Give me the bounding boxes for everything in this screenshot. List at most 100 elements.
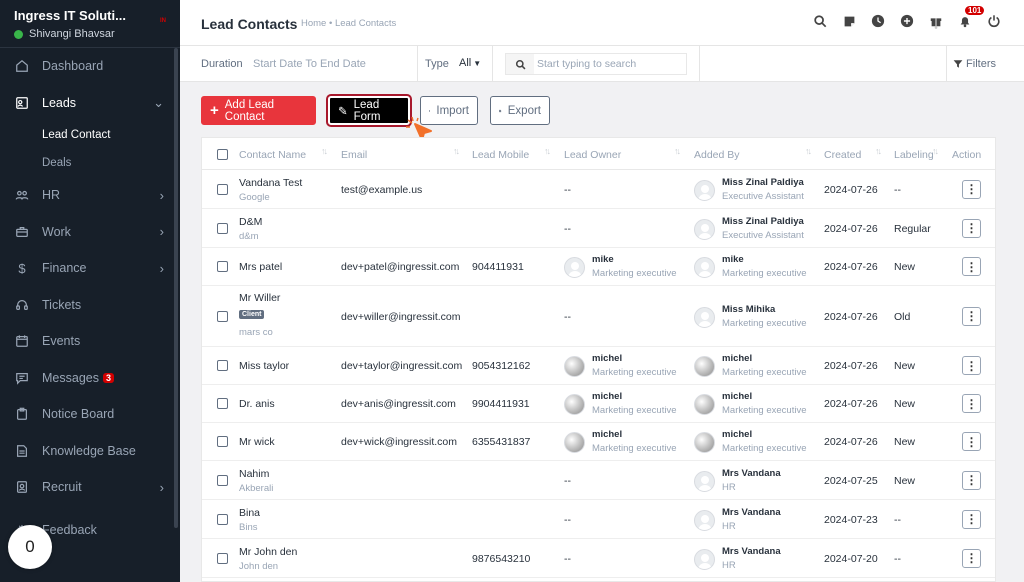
- row-checkbox[interactable]: [217, 474, 228, 486]
- contact-name[interactable]: Mrs patel: [239, 261, 282, 273]
- sidebar-item-recruit[interactable]: Recruit ›: [0, 469, 180, 506]
- row-action-menu-button[interactable]: ⋮: [962, 218, 981, 238]
- row-checkbox[interactable]: [217, 436, 228, 447]
- contact-name[interactable]: Bina: [239, 507, 260, 519]
- sort-icon[interactable]: ↑↓: [674, 146, 681, 156]
- column-header-contact-name[interactable]: Contact Name: [239, 149, 306, 161]
- bell-icon[interactable]: 101: [955, 6, 985, 31]
- contact-name[interactable]: Nahim: [239, 468, 273, 480]
- sidebar-subitem-lead-contact[interactable]: Lead Contact: [0, 121, 180, 149]
- sort-icon[interactable]: ↑↓: [805, 146, 812, 156]
- added-by-name[interactable]: Mrs Vandana: [722, 546, 781, 557]
- table-row[interactable]: Vandana Test Google test@example.us -- Mis…: [202, 170, 995, 209]
- owner-name[interactable]: mike: [592, 254, 676, 265]
- sidebar-item-hr[interactable]: HR ›: [0, 177, 180, 214]
- add-lead-contact-button[interactable]: + Add Lead Contact: [201, 96, 316, 125]
- row-checkbox[interactable]: [217, 552, 228, 564]
- sort-icon[interactable]: ↑↓: [932, 146, 939, 156]
- sort-icon[interactable]: ↑↓: [453, 146, 460, 156]
- search-icon[interactable]: [810, 11, 830, 31]
- row-checkbox[interactable]: [217, 398, 228, 409]
- table-row[interactable]: Bina Bins -- Mrs Vandana HR 2024-07-23 -- ⋮: [202, 500, 995, 539]
- breadcrumb[interactable]: Home • Lead Contacts: [301, 18, 396, 29]
- sidebar-item-finance[interactable]: $ Finance ›: [0, 250, 180, 287]
- column-header-email[interactable]: Email: [341, 149, 367, 161]
- sort-icon[interactable]: ↑↓: [321, 146, 328, 156]
- table-row[interactable]: Mr Willer Client mars co dev+willer@ingre…: [202, 286, 995, 347]
- added-by-name[interactable]: michel: [722, 353, 806, 364]
- contact-name-cell[interactable]: Mr John den John den: [239, 546, 297, 572]
- contact-name[interactable]: Dr. anis: [239, 398, 275, 410]
- table-row[interactable]: Miss taylor dev+taylor@ingressit.com 90543…: [202, 347, 995, 385]
- table-row[interactable]: D&M d&m -- Miss Zinal Paldiya Executive A…: [202, 209, 995, 248]
- sidebar-scrollbar[interactable]: [174, 48, 178, 528]
- table-row[interactable]: Mrs patel dev+patel@ingressit.com 90441193…: [202, 248, 995, 286]
- sidebar-item-knowledge-base[interactable]: Knowledge Base: [0, 433, 180, 470]
- sticky-note-icon[interactable]: [839, 11, 859, 31]
- row-action-menu-button[interactable]: ⋮: [962, 470, 981, 490]
- table-row[interactable]: Mr wick dev+wick@ingressit.com 6355431837 …: [202, 423, 995, 461]
- sidebar-item-notice-board[interactable]: Notice Board: [0, 396, 180, 433]
- contact-name[interactable]: Mr wick: [239, 436, 275, 448]
- owner-name[interactable]: michel: [592, 391, 676, 402]
- row-action-menu-button[interactable]: ⋮: [962, 548, 981, 568]
- row-checkbox[interactable]: [217, 310, 228, 322]
- added-by-name[interactable]: michel: [722, 391, 806, 402]
- counter-bubble[interactable]: 0: [8, 525, 52, 569]
- clock-icon[interactable]: [868, 11, 888, 31]
- sort-icon[interactable]: ↑↓: [875, 146, 882, 156]
- added-by-name[interactable]: michel: [722, 429, 806, 440]
- column-header-labeling[interactable]: Labeling: [894, 149, 934, 161]
- row-action-menu-button[interactable]: ⋮: [962, 432, 981, 451]
- added-by-name[interactable]: Mrs Vandana: [722, 468, 781, 479]
- lead-form-button[interactable]: ✎ Lead Form: [326, 94, 412, 127]
- column-header-lead-owner[interactable]: Lead Owner: [564, 149, 621, 161]
- table-row[interactable]: Nahim Akberali -- Mrs Vandana HR 2024-07-2…: [202, 461, 995, 500]
- select-all-checkbox[interactable]: [217, 149, 228, 160]
- contact-name-cell[interactable]: Nahim Akberali: [239, 468, 273, 494]
- sidebar-item-leads[interactable]: Leads ⌄: [0, 85, 180, 122]
- contact-name[interactable]: Vandana Test: [239, 177, 302, 189]
- added-by-name[interactable]: Mrs Vandana: [722, 507, 781, 518]
- row-action-menu-button[interactable]: ⋮: [962, 306, 981, 326]
- sidebar-item-messages[interactable]: Messages 3: [0, 360, 180, 397]
- owner-name[interactable]: michel: [592, 429, 676, 440]
- column-header-created[interactable]: Created: [824, 149, 861, 161]
- export-button[interactable]: Export: [490, 96, 550, 125]
- row-action-menu-button[interactable]: ⋮: [962, 257, 981, 276]
- row-checkbox[interactable]: [217, 513, 228, 525]
- plus-circle-icon[interactable]: [897, 11, 917, 31]
- gift-icon[interactable]: [926, 11, 946, 31]
- sidebar-brand[interactable]: Ingress IT Soluti... Shivangi Bhavsar IN: [0, 0, 180, 48]
- added-by-name[interactable]: mike: [722, 254, 806, 265]
- row-checkbox[interactable]: [217, 360, 228, 371]
- power-icon[interactable]: [984, 11, 1004, 31]
- row-checkbox[interactable]: [217, 261, 228, 272]
- row-action-menu-button[interactable]: ⋮: [962, 509, 981, 529]
- contact-name[interactable]: Mr Willer: [239, 292, 280, 304]
- sort-icon[interactable]: ↑↓: [544, 146, 551, 156]
- sidebar-item-events[interactable]: Events: [0, 323, 180, 360]
- sidebar-item-tickets[interactable]: Tickets: [0, 287, 180, 324]
- type-select[interactable]: All ▼: [459, 57, 481, 69]
- table-row[interactable]: Mr John den John den 9876543210 -- Mrs Van…: [202, 539, 995, 578]
- added-by-name[interactable]: Miss Zinal Paldiya: [722, 177, 804, 188]
- sidebar-subitem-deals[interactable]: Deals: [0, 149, 180, 177]
- row-action-menu-button[interactable]: ⋮: [962, 394, 981, 413]
- column-header-lead-mobile[interactable]: Lead Mobile: [472, 149, 529, 161]
- column-header-added-by[interactable]: Added By: [694, 149, 740, 161]
- contact-name[interactable]: D&M: [239, 216, 262, 228]
- owner-name[interactable]: michel: [592, 353, 676, 364]
- sidebar-item-work[interactable]: Work ›: [0, 214, 180, 251]
- row-action-menu-button[interactable]: ⋮: [962, 179, 981, 199]
- filters-button[interactable]: Filters: [953, 58, 996, 70]
- table-row[interactable]: Dr. anis dev+anis@ingressit.com 9904411931…: [202, 385, 995, 423]
- contact-name-cell[interactable]: Vandana Test Google: [239, 177, 302, 203]
- row-checkbox[interactable]: [217, 183, 228, 195]
- contact-name-cell[interactable]: Mr Willer Client mars co: [239, 292, 280, 338]
- contact-name[interactable]: Miss taylor: [239, 360, 289, 372]
- row-checkbox[interactable]: [217, 222, 228, 234]
- duration-picker[interactable]: Start Date To End Date: [253, 58, 366, 70]
- contact-name-cell[interactable]: Bina Bins: [239, 507, 260, 533]
- contact-name-cell[interactable]: D&M d&m: [239, 216, 262, 242]
